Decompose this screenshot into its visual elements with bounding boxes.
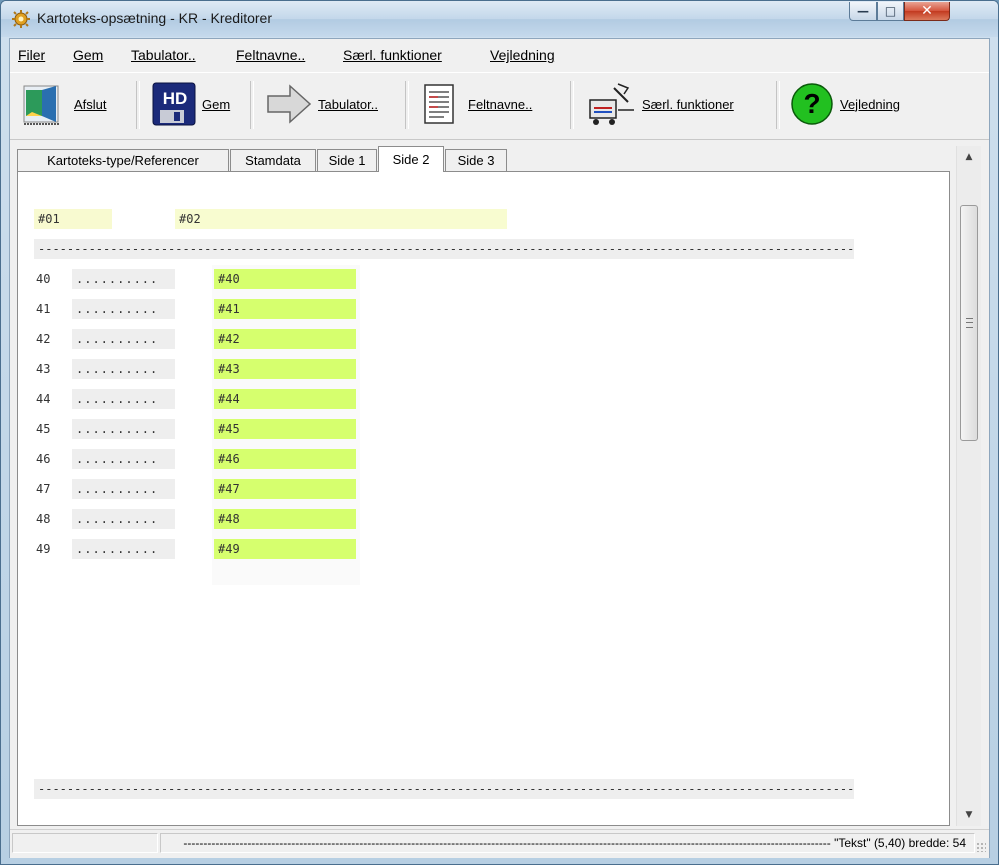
arrow-right-icon <box>267 84 312 124</box>
tabulator-label: Tabulator.. <box>318 96 378 112</box>
svg-text:?: ? <box>803 88 820 119</box>
row-label-dots[interactable]: .......... <box>72 479 175 499</box>
field-42[interactable]: #42 <box>214 329 356 349</box>
row-label-dots[interactable]: .......... <box>72 449 175 469</box>
tab-stamdata[interactable]: Stamdata <box>230 149 316 171</box>
menu-vejledning[interactable]: Vejledning <box>490 47 555 63</box>
tab-side-1[interactable]: Side 1 <box>317 149 377 171</box>
afslut-label: Afslut <box>74 96 107 112</box>
row-number: 43 <box>36 362 51 376</box>
afslut-button[interactable]: Afslut <box>20 80 107 128</box>
tab-side-2[interactable]: Side 2 <box>378 146 444 172</box>
field-01[interactable]: #01 <box>34 209 112 229</box>
tab-kartoteks-type[interactable]: Kartoteks-type/Referencer <box>17 149 229 171</box>
row-number: 49 <box>36 542 51 556</box>
field-40[interactable]: #40 <box>214 269 356 289</box>
vertical-scrollbar[interactable]: ▲ ▼ <box>956 146 981 826</box>
row-label-dots[interactable]: .......... <box>72 419 175 439</box>
toolbar-separator <box>570 81 574 129</box>
saerl-funktioner-label: Særl. funktioner <box>642 96 734 112</box>
menu-tabulator[interactable]: Tabulator.. <box>131 47 196 63</box>
scroll-up-icon[interactable]: ▲ <box>957 148 981 166</box>
document-list-icon <box>424 84 454 124</box>
field-47[interactable]: #47 <box>214 479 356 499</box>
exit-door-icon <box>23 85 60 125</box>
saerl-funktioner-button[interactable]: Særl. funktioner <box>584 80 734 128</box>
close-icon: ✕ <box>921 3 933 19</box>
vejledning-label: Vejledning <box>840 96 900 112</box>
row-label-dots[interactable]: .......... <box>72 269 175 289</box>
field-44[interactable]: #44 <box>214 389 356 409</box>
field-48[interactable]: #48 <box>214 509 356 529</box>
title-bar[interactable]: Kartoteks-opsætning - KR - Kreditorer — … <box>1 1 998 37</box>
field-49[interactable]: #49 <box>214 539 356 559</box>
row-label-dots[interactable]: .......... <box>72 329 175 349</box>
app-gear-icon <box>12 10 30 28</box>
field-46[interactable]: #46 <box>214 449 356 469</box>
row-number: 44 <box>36 392 51 406</box>
vejledning-button[interactable]: ? Vejledning <box>788 80 900 128</box>
row-label-dots[interactable]: .......... <box>72 389 175 409</box>
row-label-dots[interactable]: .......... <box>72 359 175 379</box>
toolbar-separator <box>250 81 254 129</box>
maximize-button[interactable]: □ <box>877 2 904 21</box>
field-45[interactable]: #45 <box>214 419 356 439</box>
tab-side-3[interactable]: Side 3 <box>445 149 507 171</box>
toolbar-separator <box>405 81 409 129</box>
gem-button[interactable]: HD Gem <box>148 80 230 128</box>
status-bar: ----------------------------------------… <box>10 829 989 858</box>
row-label-dots[interactable]: .......... <box>72 509 175 529</box>
row-number: 46 <box>36 452 51 466</box>
toolbar: Afslut HD Gem Tabulator.. Feltnavne.. Sæ… <box>10 72 989 140</box>
window-client: Filer Gem Tabulator.. Feltnavne.. Særl. … <box>9 38 990 858</box>
floppy-disk-icon: HD <box>152 82 196 126</box>
window-title: Kartoteks-opsætning - KR - Kreditorer <box>37 10 272 26</box>
tools-icon <box>589 83 634 125</box>
resize-grip-icon[interactable] <box>976 842 986 852</box>
minimize-button[interactable]: — <box>849 2 877 21</box>
gem-label: Gem <box>202 96 231 112</box>
menu-bar: Filer Gem Tabulator.. Feltnavne.. Særl. … <box>10 45 989 67</box>
maximize-icon: □ <box>884 4 897 18</box>
field-02[interactable]: #02 <box>175 209 507 229</box>
row-number: 47 <box>36 482 51 496</box>
scroll-down-icon[interactable]: ▼ <box>957 806 981 824</box>
app-window: Kartoteks-opsætning - KR - Kreditorer — … <box>0 0 999 865</box>
grip-icon <box>966 318 973 328</box>
menu-gem[interactable]: Gem <box>73 47 103 63</box>
menu-saerl-funktioner[interactable]: Særl. funktioner <box>343 47 442 63</box>
field-41[interactable]: #41 <box>214 299 356 319</box>
scroll-thumb[interactable] <box>960 205 978 441</box>
separator-line-top: ----------------------------------------… <box>34 239 854 259</box>
row-number: 40 <box>36 272 51 286</box>
field-43[interactable]: #43 <box>214 359 356 379</box>
menu-filer[interactable]: Filer <box>18 47 45 63</box>
row-number: 48 <box>36 512 51 526</box>
toolbar-separator <box>136 81 140 129</box>
row-label-dots[interactable]: .......... <box>72 299 175 319</box>
row-number: 42 <box>36 332 51 346</box>
feltnavne-label: Feltnavne.. <box>468 96 533 112</box>
menu-feltnavne[interactable]: Feltnavne.. <box>236 47 305 63</box>
tabulator-button[interactable]: Tabulator.. <box>264 80 378 128</box>
feltnavne-button[interactable]: Feltnavne.. <box>414 80 532 128</box>
minimize-icon: — <box>857 4 869 18</box>
status-panel-left <box>12 833 158 853</box>
row-label-dots[interactable]: .......... <box>72 539 175 559</box>
toolbar-separator <box>776 81 780 129</box>
separator-line-bottom: ----------------------------------------… <box>34 779 854 799</box>
row-number: 45 <box>36 422 51 436</box>
help-icon: ? <box>791 83 833 125</box>
svg-text:HD: HD <box>163 89 188 108</box>
row-number: 41 <box>36 302 51 316</box>
layout-editor[interactable]: #01 #02 --------------------------------… <box>17 171 950 826</box>
close-button[interactable]: ✕ <box>904 2 950 21</box>
status-text: ----------------------------------------… <box>160 833 975 853</box>
